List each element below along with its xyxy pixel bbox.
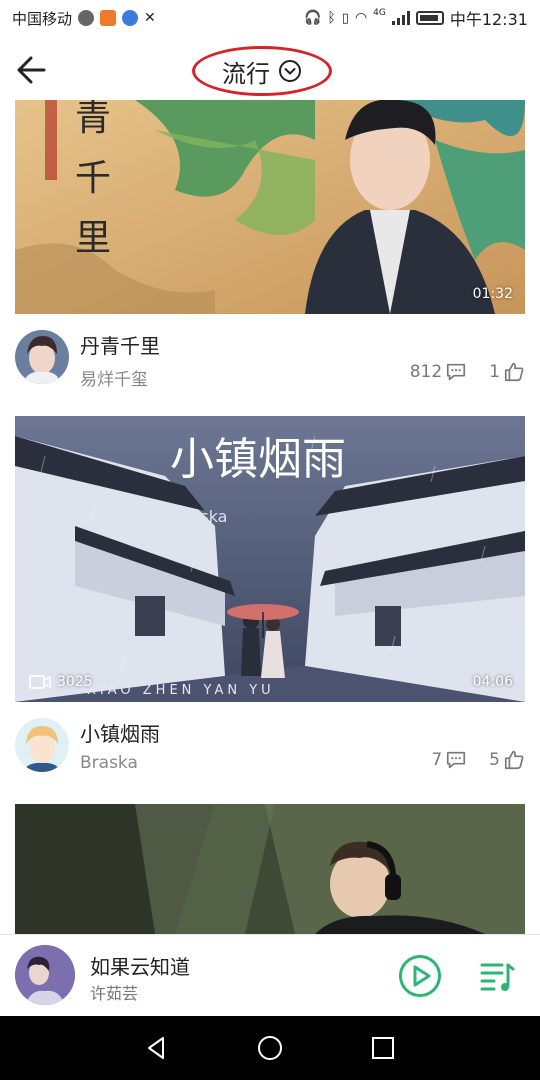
nav-recents-icon[interactable] [369, 1034, 397, 1062]
nav-back-icon[interactable] [143, 1034, 171, 1062]
video-thumbnail[interactable]: 青 千 里 01:32 [15, 100, 525, 314]
video-duration: 01:32 [472, 286, 513, 302]
comment-icon [447, 363, 466, 381]
system-nav-bar [0, 1016, 540, 1080]
video-card[interactable]: 青 千 里 01:32 丹青千里 易烊千玺 812 1 [15, 100, 525, 414]
comment-icon [447, 751, 466, 769]
thumbs-up-icon [504, 750, 524, 770]
app-notification-icon [78, 10, 95, 26]
video-app-icon [100, 10, 117, 26]
page-title: 流行 [222, 59, 270, 88]
playlist-icon[interactable] [478, 957, 516, 995]
comment-count: 7 [431, 750, 443, 770]
back-arrow-icon[interactable] [14, 50, 54, 90]
comment-count: 812 [409, 362, 443, 382]
missed-call-icon: ✕ [144, 10, 156, 26]
video-meta: 小镇烟雨 Braska 7 5 [15, 702, 525, 802]
video-title[interactable]: 丹青千里 [80, 330, 160, 359]
like-button[interactable]: 5 [489, 749, 525, 771]
like-button[interactable]: 1 [489, 361, 525, 383]
video-meta: 丹青千里 易烊千玺 812 1 [15, 314, 525, 414]
thumbnail-art: 青 千 里 [15, 100, 525, 314]
nav-home-icon[interactable] [256, 1034, 284, 1062]
play-icon[interactable] [398, 954, 442, 998]
video-title[interactable]: 小镇烟雨 [80, 718, 160, 747]
headset-icon: 🎧 [303, 10, 322, 26]
thumbnail-art: 小镇烟雨 Braska XIAO ZHEN YAN YU [15, 416, 525, 702]
thumb-text-3: 里 [75, 218, 111, 259]
avatar[interactable] [15, 718, 69, 772]
carrier-label: 中国移动 [12, 9, 73, 28]
wifi-icon: ◠ [354, 10, 368, 26]
video-stats: 812 1 [410, 361, 525, 383]
battery-icon [415, 11, 444, 25]
header: 流行 [0, 36, 540, 100]
now-playing-artist[interactable]: 许茹芸 [90, 980, 138, 1004]
video-duration: 04:06 [472, 674, 513, 690]
network-type-label: 4G [373, 8, 386, 18]
thumbnail-art [15, 804, 525, 934]
thumb-text-1: 青 [75, 100, 111, 139]
bluetooth-icon: ᛒ [327, 10, 336, 26]
comment-button[interactable]: 812 [410, 361, 467, 383]
like-count: 1 [489, 362, 500, 382]
chevron-down-icon [279, 60, 301, 82]
mini-player[interactable]: 如果云知道 许茹芸 [0, 934, 540, 1016]
avatar[interactable] [15, 330, 69, 384]
video-card[interactable] [15, 804, 525, 934]
now-playing-cover[interactable] [15, 945, 75, 1005]
category-selector[interactable]: 流行 [192, 46, 332, 96]
view-count: 3025 [29, 674, 93, 690]
video-camera-icon [29, 675, 51, 689]
comment-button[interactable]: 7 [431, 749, 467, 771]
artist-name[interactable]: 易烊千玺 [80, 365, 148, 390]
status-time: 中午12:31 [449, 10, 528, 29]
vibrate-icon: ▯ [341, 10, 349, 26]
like-count: 5 [489, 750, 500, 770]
video-feed[interactable]: 青 千 里 01:32 丹青千里 易烊千玺 812 1 小镇烟雨 Braska … [0, 100, 540, 934]
video-card[interactable]: 小镇烟雨 Braska XIAO ZHEN YAN YU 3025 04:06 … [15, 416, 525, 802]
signal-icon [391, 11, 410, 25]
thumb-title: 小镇烟雨 [170, 434, 346, 485]
thumbs-up-icon [504, 362, 524, 382]
now-playing-title[interactable]: 如果云知道 [90, 951, 190, 980]
thumb-subtitle: Braska [173, 507, 227, 526]
video-thumbnail[interactable] [15, 804, 525, 934]
app-notification-icon-2 [122, 10, 139, 26]
thumb-caption: XIAO ZHEN YAN YU [87, 683, 275, 698]
video-thumbnail[interactable]: 小镇烟雨 Braska XIAO ZHEN YAN YU 3025 04:06 [15, 416, 525, 702]
video-stats: 7 5 [431, 749, 525, 771]
artist-name[interactable]: Braska [80, 753, 138, 773]
status-bar: 中国移动 ✕ 🎧 ᛒ ▯ ◠ 4G 中午12:31 [0, 0, 540, 36]
view-count-value: 3025 [57, 674, 93, 690]
thumb-text-2: 千 [75, 158, 111, 199]
